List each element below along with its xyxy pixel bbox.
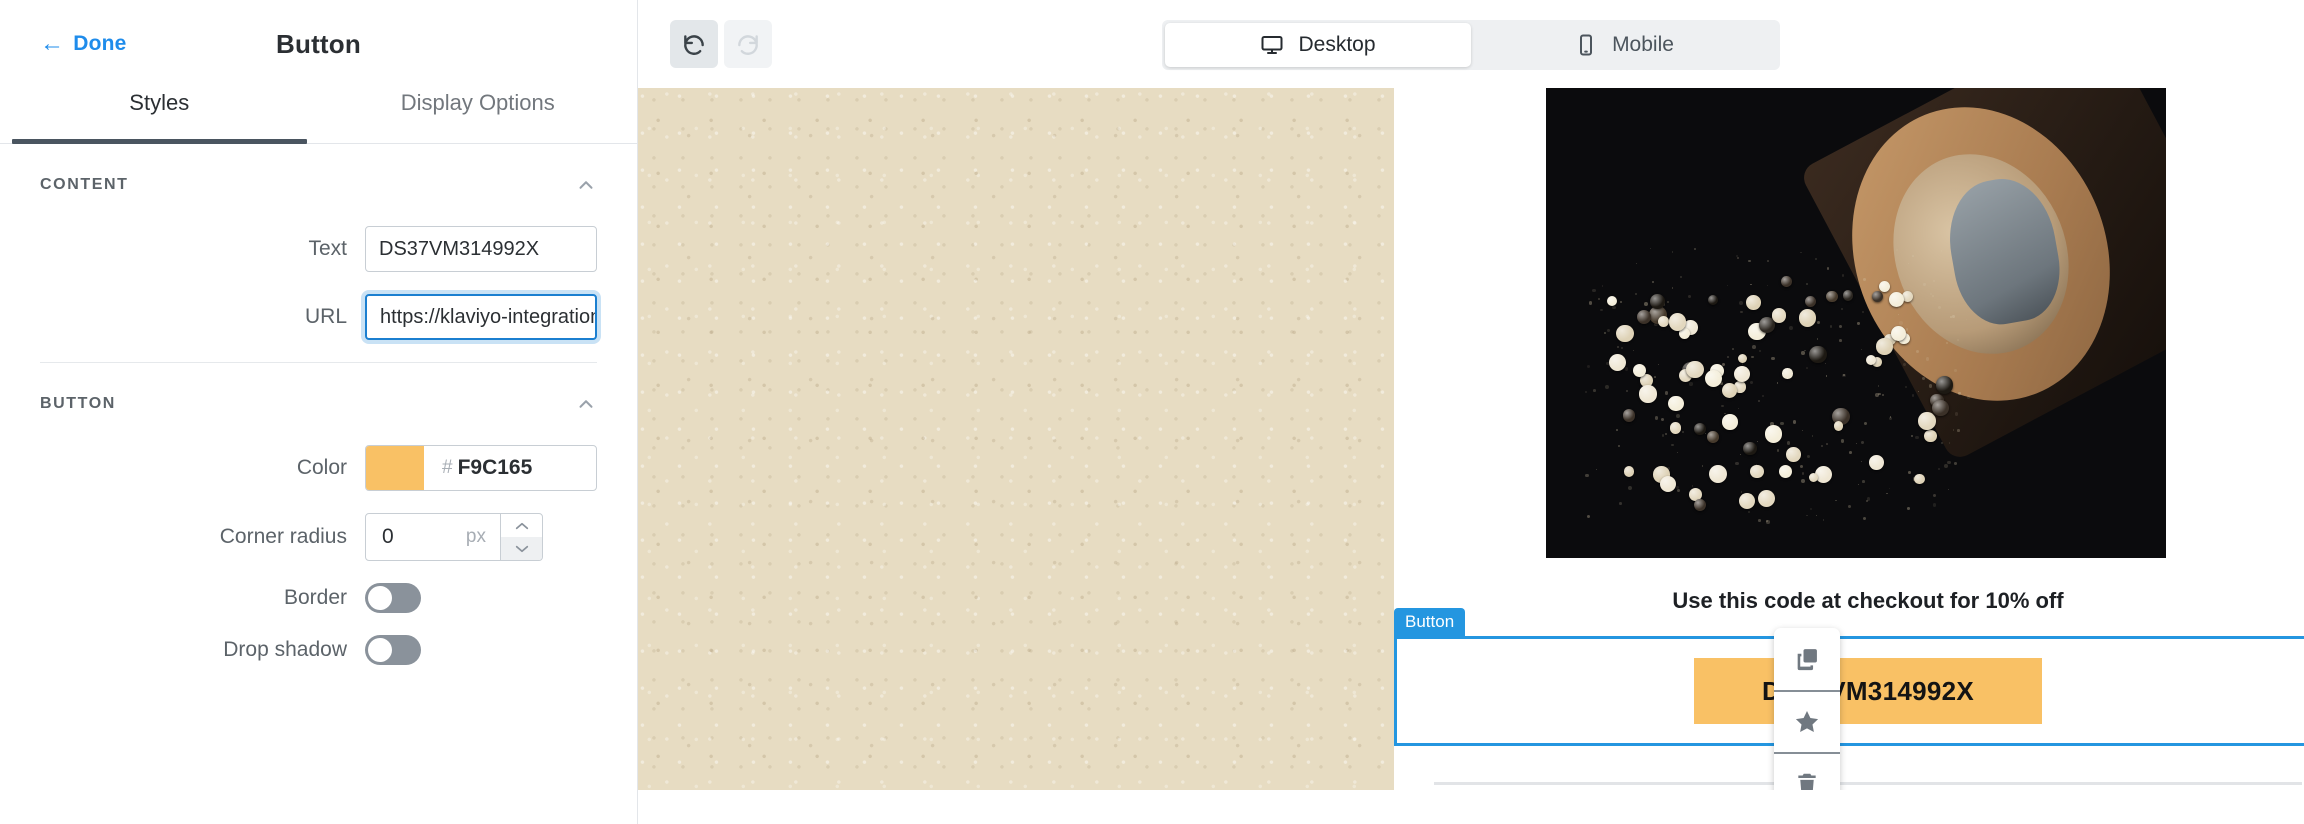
- block-action-toolbar: [1774, 628, 1840, 790]
- done-button[interactable]: ← Done: [40, 32, 127, 56]
- sidebar-tabs: Styles Display Options: [0, 88, 637, 144]
- tab-styles[interactable]: Styles: [0, 88, 319, 144]
- email-canvas[interactable]: Use this code at checkout for 10% off Bu…: [638, 88, 2304, 790]
- corner-radius-unit: px: [465, 526, 486, 547]
- content-section: CONTENT Text DS37VM314992X URL https://k…: [0, 144, 637, 340]
- color-row: Color # F9C165: [40, 445, 597, 491]
- device-preview-toggle: Desktop Mobile: [1162, 20, 1780, 70]
- url-field-wrap: https://klaviyo-integrations.squa: [365, 294, 597, 340]
- border-label: Border: [283, 586, 347, 609]
- duplicate-icon[interactable]: [1774, 628, 1840, 690]
- chevron-up-icon[interactable]: [575, 174, 597, 196]
- corner-radius-wrap: 0 px: [365, 513, 597, 561]
- drop-shadow-toggle-knob: [368, 638, 392, 662]
- color-hex-field[interactable]: # F9C165: [424, 446, 596, 490]
- drop-shadow-label: Drop shadow: [223, 638, 347, 661]
- email-body: Use this code at checkout for 10% off Bu…: [1394, 88, 2304, 790]
- back-arrow-icon: ←: [40, 30, 65, 57]
- corner-radius-stepper[interactable]: 0 px: [365, 513, 543, 561]
- content-section-header[interactable]: CONTENT: [40, 144, 597, 226]
- url-field-label: URL: [304, 305, 347, 328]
- device-mobile-label: Mobile: [1612, 33, 1674, 56]
- block-type-tag: Button: [1394, 608, 1466, 637]
- tab-display-options-label: Display Options: [400, 90, 555, 115]
- drop-shadow-wrap: [365, 635, 597, 665]
- mobile-icon: [1574, 33, 1598, 57]
- color-wrap: # F9C165: [365, 445, 597, 491]
- text-field-row: Text DS37VM314992X: [40, 226, 597, 272]
- email-editor-app: ← Done Button Styles Display Options CON…: [0, 0, 2304, 824]
- stepper-decrement-button[interactable]: [501, 537, 542, 560]
- device-mobile-button[interactable]: Mobile: [1471, 23, 1777, 67]
- corner-radius-input[interactable]: 0 px: [366, 514, 500, 560]
- drop-shadow-row: Drop shadow: [40, 635, 597, 665]
- color-control[interactable]: # F9C165: [365, 445, 597, 491]
- email-divider: [1434, 782, 2302, 785]
- corner-radius-label: Corner radius: [219, 525, 347, 548]
- button-section: BUTTON Color # F9C165 Corner radius 0 px…: [0, 363, 637, 665]
- sidebar-header: ← Done Button: [0, 0, 637, 88]
- corner-radius-row: Corner radius 0 px: [40, 513, 597, 561]
- tab-styles-label: Styles: [129, 90, 190, 115]
- hero-image[interactable]: [1546, 88, 2166, 558]
- redo-button[interactable]: [724, 20, 772, 68]
- corner-radius-value: 0: [382, 525, 394, 548]
- border-toggle-knob: [368, 586, 392, 610]
- star-icon[interactable]: [1774, 690, 1840, 752]
- editor-main: Desktop Mobile Use this code at checkout…: [638, 0, 2304, 824]
- editor-toolbar: Desktop Mobile: [638, 0, 2304, 88]
- color-hex-value: F9C165: [457, 456, 533, 479]
- stepper-buttons: [500, 514, 542, 560]
- url-input[interactable]: https://klaviyo-integrations.squa: [365, 294, 597, 340]
- drop-shadow-toggle[interactable]: [365, 635, 421, 665]
- stepper-increment-button[interactable]: [501, 514, 542, 537]
- border-row: Border: [40, 583, 597, 613]
- button-section-header[interactable]: BUTTON: [40, 363, 597, 445]
- url-field-row: URL https://klaviyo-integrations.squa: [40, 294, 597, 340]
- preview-cta-button[interactable]: DS37VM314992X: [1694, 658, 2042, 724]
- hash-symbol: #: [442, 457, 453, 478]
- canvas-bottom-strip: [638, 790, 2304, 824]
- text-field-label: Text: [308, 237, 347, 260]
- styles-sidebar: ← Done Button Styles Display Options CON…: [0, 0, 638, 824]
- color-swatch[interactable]: [366, 446, 424, 490]
- email-caption: Use this code at checkout for 10% off: [1672, 588, 2064, 613]
- done-button-label: Done: [73, 32, 127, 55]
- undo-button[interactable]: [670, 20, 718, 68]
- tab-display-options[interactable]: Display Options: [319, 88, 638, 143]
- desktop-icon: [1260, 33, 1284, 57]
- text-field-wrap: DS37VM314992X: [365, 226, 597, 272]
- border-wrap: [365, 583, 597, 613]
- chevron-up-icon[interactable]: [575, 393, 597, 415]
- text-input[interactable]: DS37VM314992X: [365, 226, 597, 272]
- button-section-title: BUTTON: [40, 395, 116, 412]
- content-section-title: CONTENT: [40, 176, 129, 193]
- selected-button-block[interactable]: Button DS37VM314992X: [1394, 608, 2304, 746]
- history-buttons: [670, 20, 772, 68]
- color-label: Color: [296, 456, 347, 479]
- device-desktop-label: Desktop: [1298, 33, 1376, 56]
- trash-icon[interactable]: [1774, 752, 1840, 790]
- device-desktop-button[interactable]: Desktop: [1165, 23, 1471, 67]
- border-toggle[interactable]: [365, 583, 421, 613]
